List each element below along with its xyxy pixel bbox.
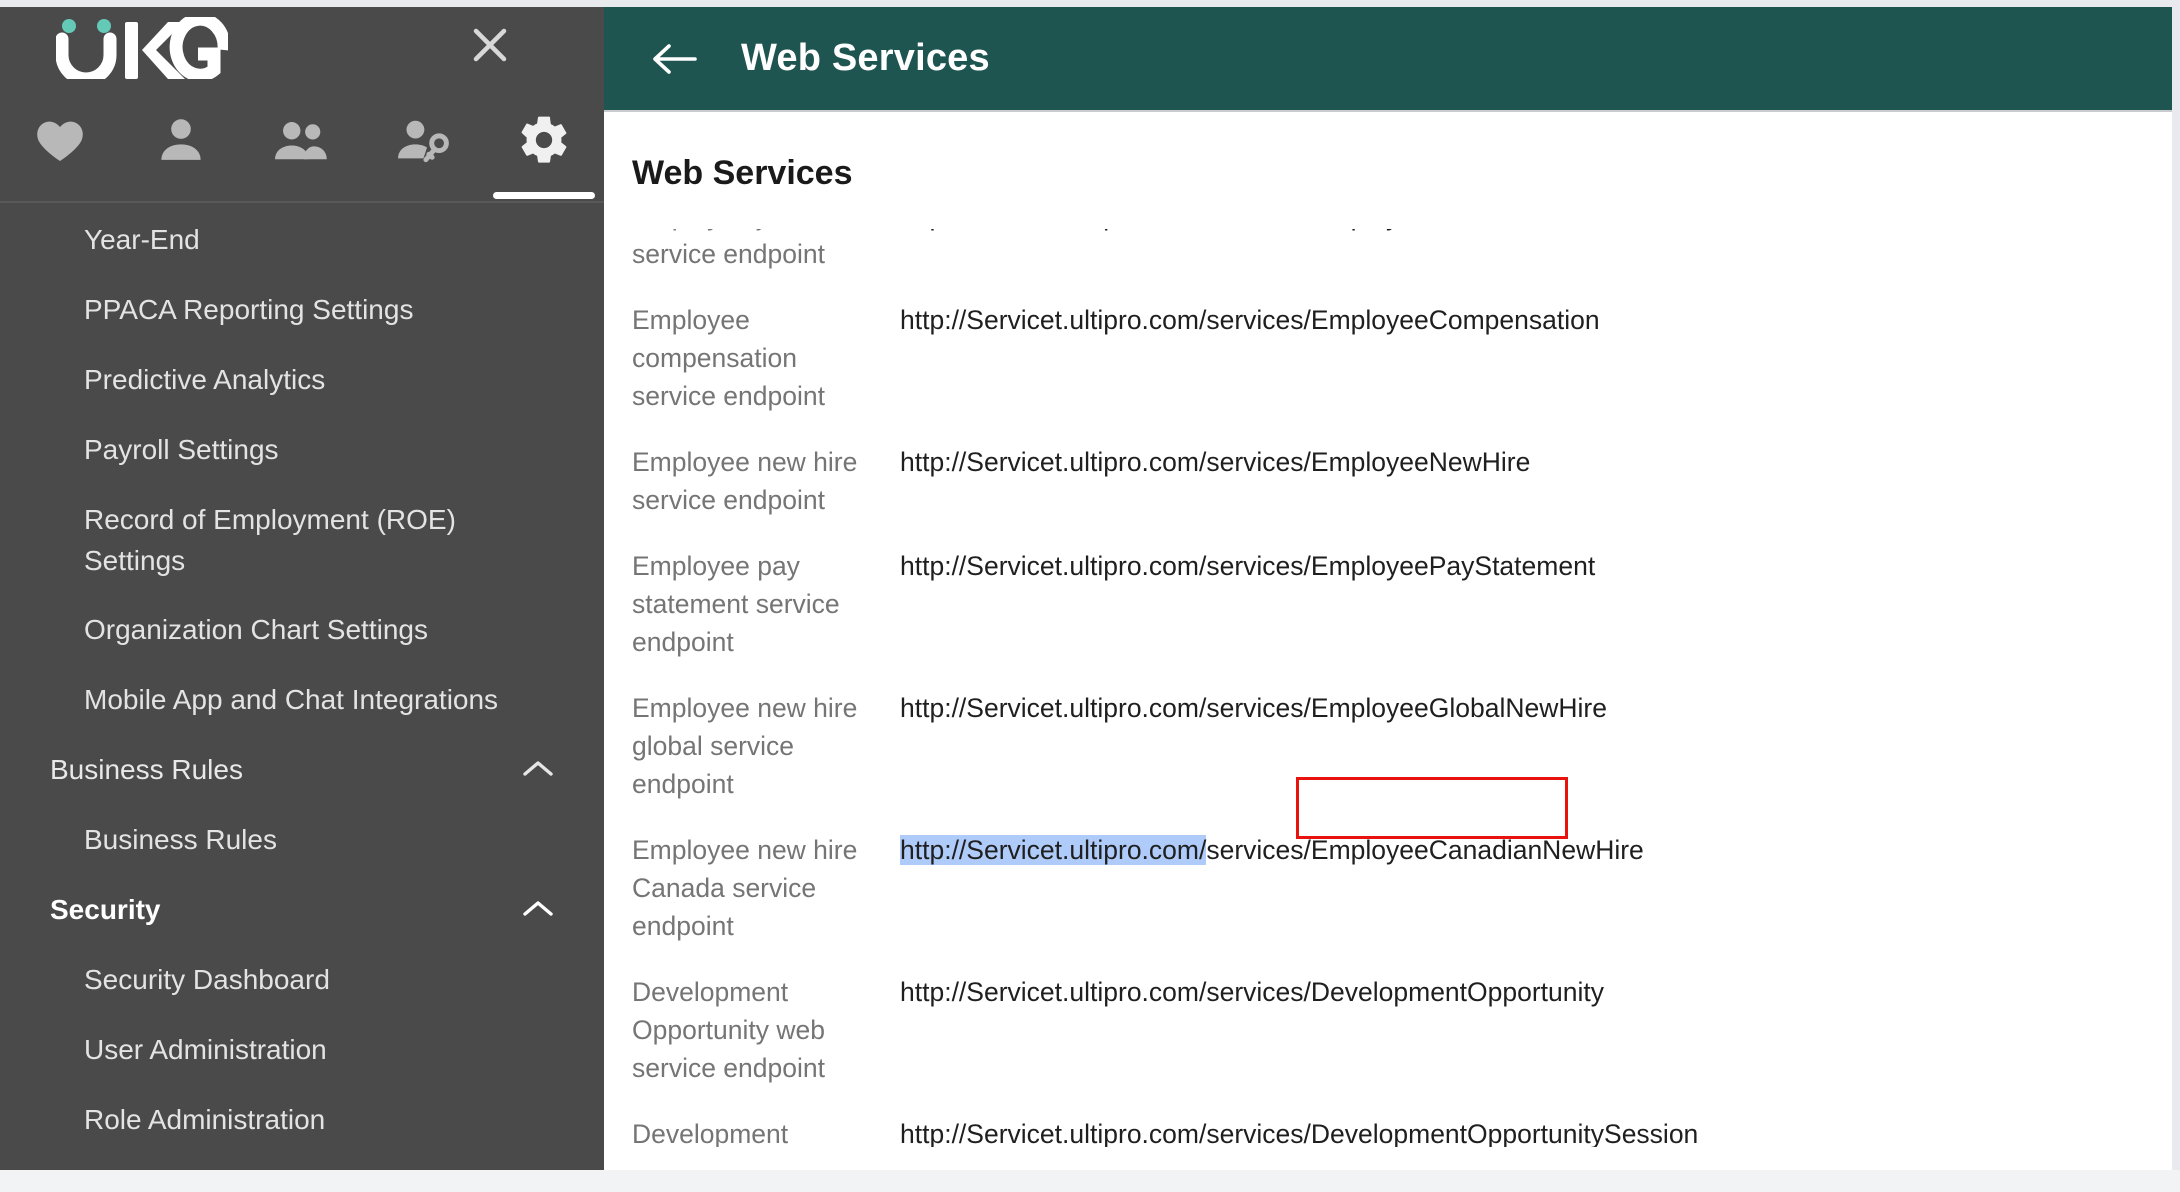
sidebar-group-label: Business Rules — [50, 754, 243, 786]
back-button[interactable] — [647, 32, 701, 86]
table-cell-endpoint[interactable]: http://Servicet.ultipro.com/services/Emp… — [868, 679, 2154, 727]
table-cell-label: Employee job service endpoint — [632, 229, 868, 291]
person-icon — [153, 112, 209, 168]
close-drawer-button[interactable] — [464, 19, 516, 71]
drawer-tab-favorites[interactable] — [0, 99, 121, 203]
table-row[interactable]: Employee new hire service endpoint http:… — [604, 433, 2172, 537]
table-row[interactable]: Employee compensation service endpoint h… — [604, 291, 2172, 433]
sidebar-item-label: Record of Employment (ROE) Settings — [84, 504, 456, 576]
drawer-icon-tabs — [0, 99, 604, 203]
sidebar-item-label: Business Rules — [84, 824, 277, 855]
sidebar-item-payroll-settings[interactable]: Payroll Settings — [0, 415, 604, 485]
sidebar-group-business-rules[interactable]: Business Rules — [0, 735, 604, 805]
people-icon — [273, 112, 331, 170]
selected-text: http://Servicet.ultipro.com/ — [900, 835, 1206, 865]
sidebar-item-label: User Administration — [84, 1034, 327, 1065]
drawer-tab-system-configuration[interactable] — [483, 99, 604, 203]
table-row-selected[interactable]: Employee new hire Canada service endpoin… — [604, 821, 2172, 963]
table-cell-label: Employee new hire Canada service endpoin… — [632, 821, 868, 963]
drawer-tab-myself[interactable] — [121, 99, 242, 203]
table-cell-endpoint[interactable]: http://Servicet.ultipro.com/services/Emp… — [868, 229, 2154, 235]
table-cell-label: Development Opportunity web service endp… — [632, 963, 868, 1105]
table-row[interactable]: Employee job service endpoint http://Ser… — [604, 229, 2172, 291]
sidebar-item-record-of-employment-settings[interactable]: Record of Employment (ROE) Settings — [0, 485, 604, 595]
table-row[interactable]: Employee pay statement service endpoint … — [604, 537, 2172, 679]
drawer-tab-my-team[interactable] — [242, 99, 363, 203]
sidebar-item-user-administration[interactable]: User Administration — [0, 1015, 604, 1085]
web-services-table[interactable]: Employee job service endpoint http://Ser… — [604, 229, 2172, 1147]
drawer-tab-administration[interactable] — [362, 99, 483, 203]
active-tab-indicator — [493, 192, 595, 199]
table-cell-label: Employee compensation service endpoint — [632, 291, 868, 433]
sidebar-item-label: Predictive Analytics — [84, 364, 325, 395]
table-cell-endpoint-selected[interactable]: http://Servicet.ultipro.com/services/Emp… — [868, 821, 2154, 869]
sidebar-item-label: PPACA Reporting Settings — [84, 294, 413, 325]
sidebar-group-security[interactable]: Security — [0, 875, 604, 945]
sidebar-item-label: Role Administration — [84, 1104, 325, 1135]
table-cell-endpoint[interactable]: http://Servicet.ultipro.com/services/Dev… — [868, 1105, 2154, 1147]
chevron-up-icon — [522, 754, 554, 786]
sidebar-item-label: Payroll Settings — [84, 434, 279, 465]
table-cell-endpoint[interactable]: http://Servicet.ultipro.com/services/Emp… — [868, 291, 2154, 339]
app-bar: Web Services — [604, 7, 2172, 112]
arrow-left-icon — [649, 39, 699, 79]
table-row[interactable]: Employee new hire global service endpoin… — [604, 679, 2172, 821]
sidebar-item-label: Year-End — [84, 224, 200, 255]
table-cell-endpoint[interactable]: http://Servicet.ultipro.com/services/Emp… — [868, 537, 2154, 585]
sidebar-item-ppaca-reporting-settings[interactable]: PPACA Reporting Settings — [0, 275, 604, 345]
sidebar-item-label: Mobile App and Chat Integrations — [84, 684, 498, 715]
sidebar-item-role-administration[interactable]: Role Administration — [0, 1085, 604, 1155]
window-top-strip — [0, 0, 2180, 7]
sidebar-item-year-end[interactable]: Year-End — [0, 205, 604, 275]
sidebar-item-predictive-analytics[interactable]: Predictive Analytics — [0, 345, 604, 415]
person-key-icon — [394, 112, 452, 170]
web-services-table-body: Employee job service endpoint http://Ser… — [604, 229, 2172, 1147]
table-cell-label: Employee pay statement service endpoint — [632, 537, 868, 679]
table-row[interactable]: Development Opportunity Session web serv… — [604, 1105, 2172, 1147]
sidebar-item-organization-chart-settings[interactable]: Organization Chart Settings — [0, 595, 604, 665]
close-icon — [468, 23, 512, 67]
sidebar-group-label: Security — [50, 894, 161, 926]
table-cell-label: Employee new hire service endpoint — [632, 433, 868, 537]
page-title: Web Services — [604, 112, 2172, 208]
table-cell-endpoint[interactable]: http://Servicet.ultipro.com/services/Emp… — [868, 433, 2154, 481]
sidebar-item-business-rules[interactable]: Business Rules — [0, 805, 604, 875]
table-cell-label: Development Opportunity Session web serv… — [632, 1105, 868, 1147]
ukg-logo — [56, 17, 228, 79]
chevron-up-icon — [522, 894, 554, 926]
sidebar-item-security-dashboard[interactable]: Security Dashboard — [0, 945, 604, 1015]
sidebar-item-label: Security Dashboard — [84, 964, 330, 995]
table-cell-endpoint[interactable]: http://Servicet.ultipro.com/services/Dev… — [868, 963, 2154, 1011]
drawer-header — [0, 7, 604, 203]
sidebar-item-mobile-app-and-chat-integrations[interactable]: Mobile App and Chat Integrations — [0, 665, 604, 735]
window-bottom-strip — [0, 1170, 2180, 1192]
drawer-menu-list: Year-End PPACA Reporting Settings Predic… — [0, 205, 604, 1170]
main-content: Web Services Web Services Employee job s… — [604, 7, 2172, 1170]
sidebar-item-label: Organization Chart Settings — [84, 614, 428, 645]
window-right-strip — [2172, 0, 2180, 1192]
table-cell-label: Employee new hire global service endpoin… — [632, 679, 868, 821]
gear-icon — [516, 112, 572, 168]
table-row[interactable]: Development Opportunity web service endp… — [604, 963, 2172, 1105]
navigation-drawer: Year-End PPACA Reporting Settings Predic… — [0, 7, 604, 1170]
heart-icon — [32, 112, 88, 168]
app-window: Year-End PPACA Reporting Settings Predic… — [0, 0, 2180, 1192]
app-bar-title: Web Services — [741, 37, 990, 80]
